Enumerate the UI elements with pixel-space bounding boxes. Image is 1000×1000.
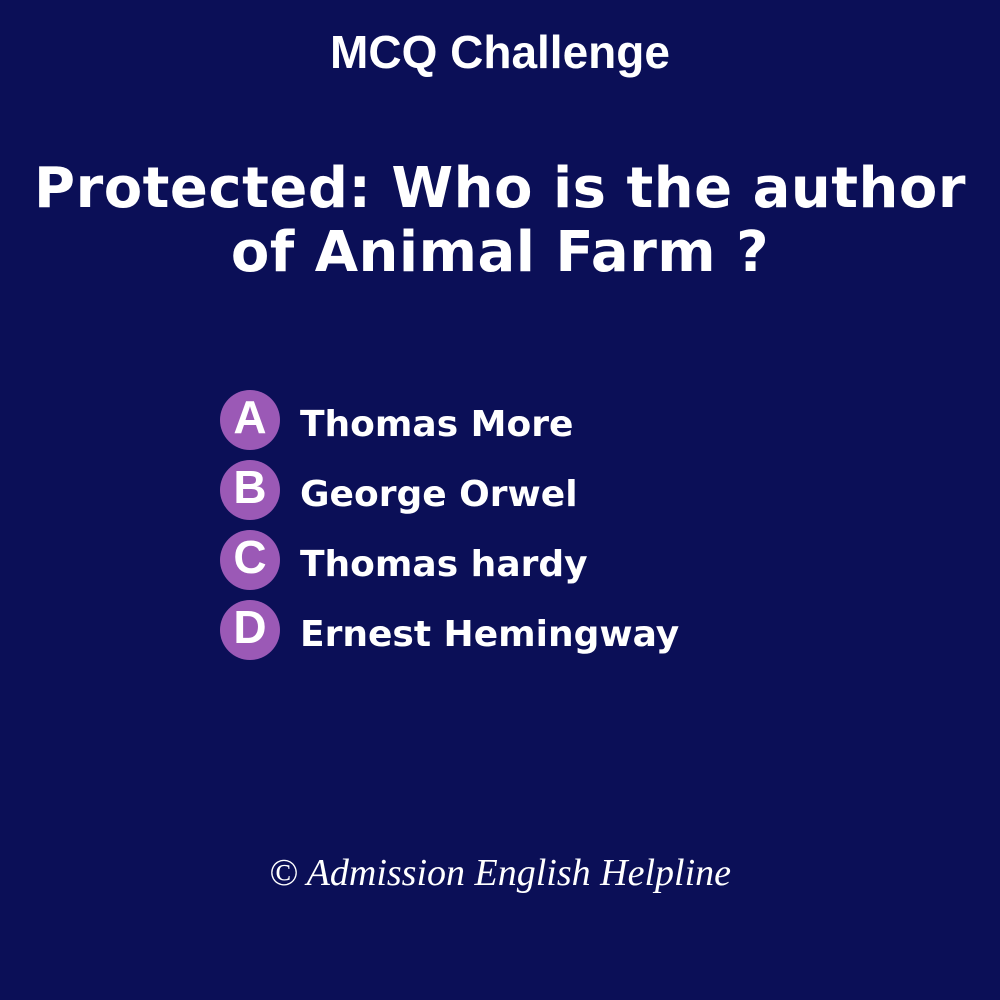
footer-credit: © Admission English Helpline	[269, 852, 731, 894]
option-a[interactable]: A Thomas More	[220, 390, 920, 450]
question-text: Protected: Who is the author of Animal F…	[34, 156, 966, 285]
option-b-text: George Orwel	[300, 474, 578, 515]
option-d[interactable]: D Ernest Hemingway	[220, 600, 920, 660]
option-a-badge: A	[220, 390, 280, 450]
option-c-badge: C	[220, 530, 280, 590]
option-c-text: Thomas hardy	[300, 544, 588, 585]
option-b-badge: B	[220, 460, 280, 520]
option-a-letter: A	[233, 391, 267, 443]
option-a-text: Thomas More	[300, 404, 574, 445]
option-d-badge: D	[220, 600, 280, 660]
option-b[interactable]: B George Orwel	[220, 460, 920, 520]
option-b-letter: B	[233, 461, 267, 513]
option-d-letter: D	[233, 601, 267, 653]
option-c-letter: C	[233, 531, 267, 583]
option-c[interactable]: C Thomas hardy	[220, 530, 920, 590]
page-title: MCQ Challenge	[330, 26, 670, 78]
option-d-text: Ernest Hemingway	[300, 614, 680, 655]
options-list: A Thomas More B George Orwel C Thomas ha…	[220, 390, 920, 670]
